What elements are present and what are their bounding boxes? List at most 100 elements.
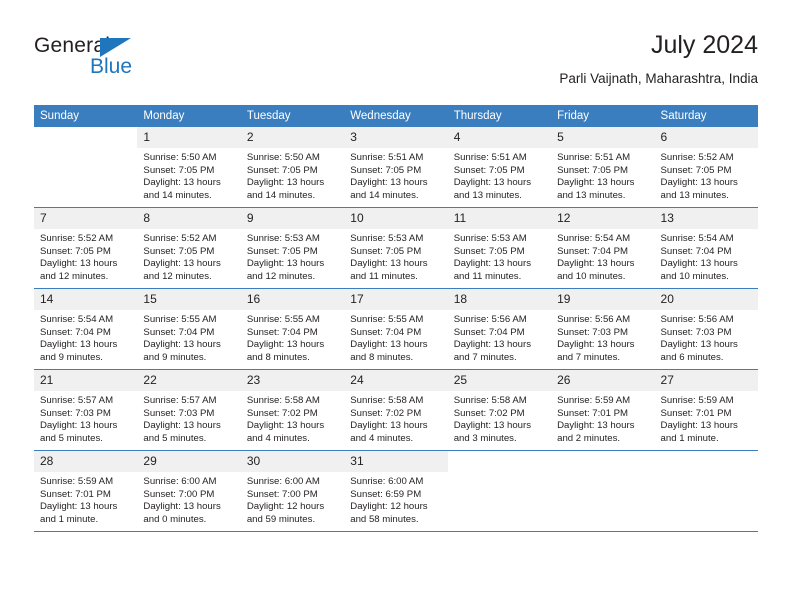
calendar-cell: 17 Sunrise: 5:55 AM Sunset: 7:04 PM Dayligh…	[344, 288, 448, 370]
day-cell[interactable]: 30 Sunrise: 6:00 AM Sunset: 7:00 PM Dayligh…	[240, 451, 345, 531]
day-number: 1	[137, 127, 241, 148]
day-cell[interactable]: 29 Sunrise: 6:00 AM Sunset: 7:00 PM Dayligh…	[137, 451, 241, 531]
calendar-cell: 20 Sunrise: 5:56 AM Sunset: 7:03 PM Dayligh…	[654, 288, 758, 370]
day-cell[interactable]: 1 Sunrise: 5:50 AM Sunset: 7:05 PM Daylight…	[137, 127, 241, 207]
day-detail-line: Daylight: 13 hours	[660, 258, 738, 270]
day-cell[interactable]: 5 Sunrise: 5:51 AM Sunset: 7:05 PM Daylight…	[551, 127, 655, 207]
day-detail-line: Daylight: 13 hours	[40, 420, 118, 432]
day-detail-line: Daylight: 13 hours	[143, 420, 221, 432]
day-details: Sunrise: 5:51 AM Sunset: 7:05 PM Daylight:…	[344, 148, 447, 202]
calendar-header-row: Sunday Monday Tuesday Wednesday Thursday Frid…	[34, 105, 758, 127]
day-details: Sunrise: 5:53 AM Sunset: 7:05 PM Daylight:…	[241, 229, 344, 283]
day-cell[interactable]: 26 Sunrise: 5:59 AM Sunset: 7:01 PM Dayligh…	[551, 370, 655, 450]
day-detail-line: Sunset: 7:05 PM	[246, 164, 318, 176]
day-cell[interactable]: 10 Sunrise: 5:53 AM Sunset: 7:05 PM Dayligh…	[344, 208, 448, 288]
day-details: Sunrise: 6:00 AM Sunset: 7:00 PM Daylight:…	[241, 472, 344, 526]
brand-logo[interactable]: General Blue	[34, 34, 234, 90]
calendar-page: General Blue July 2024 Parli Vaijnath, M…	[0, 0, 792, 612]
weekday-header-friday: Friday	[551, 105, 655, 127]
day-detail-line: Daylight: 13 hours	[557, 177, 635, 189]
weekday-header-wednesday: Wednesday	[344, 105, 448, 127]
day-number: 23	[240, 370, 345, 391]
calendar-cell: 29 Sunrise: 6:00 AM Sunset: 7:00 PM Dayligh…	[137, 450, 241, 532]
day-cell[interactable]: 12 Sunrise: 5:54 AM Sunset: 7:04 PM Dayligh…	[551, 208, 655, 288]
day-detail-line: Sunset: 7:04 PM	[453, 326, 525, 338]
day-details: Sunrise: 5:57 AM Sunset: 7:03 PM Daylight:…	[34, 391, 137, 445]
day-cell[interactable]: 18 Sunrise: 5:56 AM Sunset: 7:04 PM Dayligh…	[447, 289, 552, 369]
day-cell[interactable]: 8 Sunrise: 5:52 AM Sunset: 7:05 PM Daylight…	[137, 208, 241, 288]
day-detail-line: Daylight: 13 hours	[143, 177, 221, 189]
day-cell[interactable]: 19 Sunrise: 5:56 AM Sunset: 7:03 PM Dayligh…	[551, 289, 655, 369]
day-detail-line: Sunset: 7:00 PM	[143, 488, 215, 500]
day-detail-line: Sunset: 7:05 PM	[246, 245, 318, 257]
day-cell[interactable]: 14 Sunrise: 5:54 AM Sunset: 7:04 PM Dayligh…	[34, 289, 138, 369]
day-details	[551, 472, 654, 476]
day-cell[interactable]: 28 Sunrise: 5:59 AM Sunset: 7:01 PM Dayligh…	[34, 451, 138, 531]
day-cell[interactable]: 13 Sunrise: 5:54 AM Sunset: 7:04 PM Dayligh…	[654, 208, 758, 288]
day-cell[interactable]: 31 Sunrise: 6:00 AM Sunset: 6:59 PM Dayligh…	[344, 451, 448, 531]
day-details: Sunrise: 5:58 AM Sunset: 7:02 PM Daylight:…	[241, 391, 344, 445]
weekday-header-monday: Monday	[137, 105, 241, 127]
calendar-cell: 3 Sunrise: 5:51 AM Sunset: 7:05 PM Daylight…	[344, 127, 448, 208]
day-detail-line: Sunrise: 6:00 AM	[350, 476, 424, 487]
day-number: 18	[447, 289, 552, 310]
day-detail-line: and 8 minutes.	[246, 351, 310, 363]
day-cell[interactable]: 17 Sunrise: 5:55 AM Sunset: 7:04 PM Dayligh…	[344, 289, 448, 369]
day-details: Sunrise: 5:55 AM Sunset: 7:04 PM Daylight:…	[137, 310, 240, 364]
day-detail-line: Sunset: 7:03 PM	[557, 326, 629, 338]
day-detail-line: Sunrise: 5:50 AM	[143, 152, 217, 163]
day-detail-line: Daylight: 12 hours	[350, 501, 428, 513]
calendar-cell: 24 Sunrise: 5:58 AM Sunset: 7:02 PM Dayligh…	[344, 369, 448, 451]
calendar-table: Sunday Monday Tuesday Wednesday Thursday Frid…	[34, 105, 758, 532]
day-cell[interactable]: 25 Sunrise: 5:58 AM Sunset: 7:02 PM Dayligh…	[447, 370, 552, 450]
day-cell[interactable]: 2 Sunrise: 5:50 AM Sunset: 7:05 PM Daylight…	[240, 127, 345, 207]
day-detail-line: and 7 minutes.	[557, 351, 621, 363]
calendar-cell	[551, 450, 655, 532]
day-detail-line: and 11 minutes.	[453, 270, 522, 282]
page-title: July 2024	[650, 31, 758, 59]
day-cell[interactable]: 15 Sunrise: 5:55 AM Sunset: 7:04 PM Dayligh…	[137, 289, 241, 369]
day-number: 22	[137, 370, 241, 391]
day-number: 12	[551, 208, 655, 229]
day-detail-line: Sunrise: 5:55 AM	[143, 314, 217, 325]
calendar-cell: 10 Sunrise: 5:53 AM Sunset: 7:05 PM Dayligh…	[344, 207, 448, 289]
day-cell[interactable]: 21 Sunrise: 5:57 AM Sunset: 7:03 PM Dayligh…	[34, 370, 138, 450]
day-detail-line: Daylight: 12 hours	[246, 501, 325, 513]
day-cell[interactable]: 22 Sunrise: 5:57 AM Sunset: 7:03 PM Dayligh…	[137, 370, 241, 450]
day-detail-line: and 6 minutes.	[660, 351, 724, 363]
calendar-cell	[34, 127, 138, 208]
calendar-cell: 2 Sunrise: 5:50 AM Sunset: 7:05 PM Daylight…	[240, 127, 345, 208]
day-detail-line: Sunset: 7:04 PM	[557, 245, 629, 257]
day-cell[interactable]: 24 Sunrise: 5:58 AM Sunset: 7:02 PM Dayligh…	[344, 370, 448, 450]
calendar-cell: 12 Sunrise: 5:54 AM Sunset: 7:04 PM Dayligh…	[551, 207, 655, 289]
day-detail-line: Daylight: 13 hours	[40, 258, 118, 270]
day-number: 26	[551, 370, 655, 391]
day-details: Sunrise: 6:00 AM Sunset: 6:59 PM Daylight:…	[344, 472, 447, 526]
day-number: 28	[34, 451, 138, 472]
day-cell[interactable]: 3 Sunrise: 5:51 AM Sunset: 7:05 PM Daylight…	[344, 127, 448, 207]
calendar-week-row: 28 Sunrise: 5:59 AM Sunset: 7:01 PM Dayligh…	[34, 450, 758, 532]
day-detail-line: Sunrise: 5:53 AM	[350, 233, 424, 244]
day-detail-line: Sunset: 7:01 PM	[557, 407, 629, 419]
day-detail-line: and 12 minutes.	[143, 270, 212, 282]
day-detail-line: Sunset: 7:02 PM	[453, 407, 525, 419]
empty-day-cell	[551, 451, 654, 531]
day-cell[interactable]: 4 Sunrise: 5:51 AM Sunset: 7:05 PM Daylight…	[447, 127, 552, 207]
calendar-body: 1 Sunrise: 5:50 AM Sunset: 7:05 PM Daylight…	[34, 127, 758, 532]
day-cell[interactable]: 27 Sunrise: 5:59 AM Sunset: 7:01 PM Dayligh…	[654, 370, 758, 450]
day-cell[interactable]: 11 Sunrise: 5:53 AM Sunset: 7:05 PM Dayligh…	[447, 208, 552, 288]
day-cell[interactable]: 6 Sunrise: 5:52 AM Sunset: 7:05 PM Daylight…	[654, 127, 758, 207]
day-details: Sunrise: 5:54 AM Sunset: 7:04 PM Daylight:…	[551, 229, 654, 283]
day-number: 4	[447, 127, 552, 148]
day-detail-line: and 9 minutes.	[143, 351, 207, 363]
weekday-header-tuesday: Tuesday	[240, 105, 345, 127]
day-cell[interactable]: 16 Sunrise: 5:55 AM Sunset: 7:04 PM Dayligh…	[240, 289, 345, 369]
day-cell[interactable]: 9 Sunrise: 5:53 AM Sunset: 7:05 PM Daylight…	[240, 208, 345, 288]
day-detail-line: Sunset: 7:03 PM	[40, 407, 111, 419]
calendar-cell	[654, 450, 758, 532]
day-cell[interactable]: 23 Sunrise: 5:58 AM Sunset: 7:02 PM Dayligh…	[240, 370, 345, 450]
day-number: 20	[654, 289, 758, 310]
calendar-cell: 22 Sunrise: 5:57 AM Sunset: 7:03 PM Dayligh…	[137, 369, 241, 451]
day-cell[interactable]: 20 Sunrise: 5:56 AM Sunset: 7:03 PM Dayligh…	[654, 289, 758, 369]
day-cell[interactable]: 7 Sunrise: 5:52 AM Sunset: 7:05 PM Daylight…	[34, 208, 138, 288]
